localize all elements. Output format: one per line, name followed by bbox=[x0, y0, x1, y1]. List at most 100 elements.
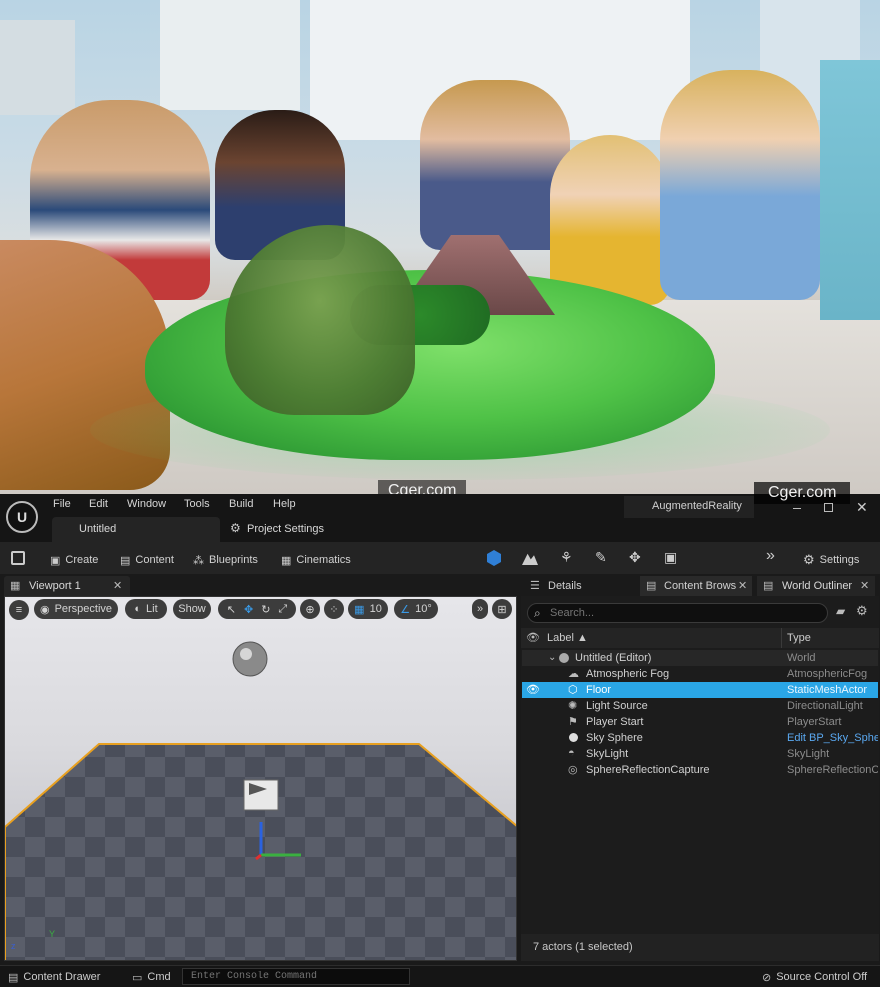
viewport-menu-icon[interactable]: ≡ bbox=[9, 600, 29, 620]
drawer-icon: ▤ bbox=[8, 971, 19, 984]
outliner-row[interactable]: ◎ SphereReflectionCapture SphereReflecti… bbox=[522, 762, 878, 778]
angle-snap-button[interactable]: ∠ 10° bbox=[394, 599, 438, 619]
select-tool-icon[interactable]: ↖ bbox=[227, 603, 236, 616]
sphere-icon bbox=[569, 733, 578, 742]
perspective-button[interactable]: ◉ Perspective bbox=[34, 599, 118, 619]
content-icon: ▤ bbox=[120, 554, 131, 567]
world-outliner-tab[interactable]: ▤ World Outliner ✕ bbox=[757, 576, 875, 596]
unreal-editor: U File Edit Window Tools Build Help Augm… bbox=[0, 482, 880, 987]
maximize-icon[interactable] bbox=[824, 503, 833, 512]
source-control-button[interactable]: ⊘ Source Control Off bbox=[762, 969, 867, 985]
content-browser-tab[interactable]: ▤ Content Brows ✕ bbox=[640, 576, 752, 596]
whiteboard bbox=[160, 0, 300, 110]
outliner-row[interactable]: ☁ Atmospheric Fog AtmosphericFog bbox=[522, 666, 878, 682]
blueprints-button[interactable]: ⁂ Blueprints bbox=[193, 550, 258, 570]
edit-blueprint-link[interactable]: Edit BP_Sky_Sphere bbox=[787, 732, 878, 744]
menu-help[interactable]: Help bbox=[273, 498, 296, 510]
menu-window[interactable]: Window bbox=[127, 498, 166, 510]
lit-button[interactable]: ◐ Lit bbox=[125, 599, 167, 619]
expand-arrow-icon[interactable]: ⌄ bbox=[548, 652, 556, 663]
menu-file[interactable]: File bbox=[53, 498, 71, 510]
viewport[interactable]: z Y ≡ bbox=[4, 596, 517, 961]
settings-gear-icon: ⚙ bbox=[803, 552, 815, 567]
translate-tool-icon[interactable]: ✥ bbox=[244, 603, 253, 616]
project-name: AugmentedReality bbox=[624, 496, 754, 518]
menu-build[interactable]: Build bbox=[229, 498, 253, 510]
scale-tool-icon[interactable]: ⤢ bbox=[278, 603, 287, 616]
search-icon: ⌕ bbox=[534, 606, 541, 620]
flag-icon: ⚑ bbox=[568, 716, 578, 728]
project-settings-tab[interactable]: ⚙ Project Settings bbox=[228, 517, 358, 542]
foliage-mode-icon[interactable]: ⚘ bbox=[560, 549, 573, 566]
fracture-mode-icon[interactable]: ▣ bbox=[664, 549, 677, 566]
unreal-logo-icon[interactable]: U bbox=[6, 501, 38, 533]
cube-icon: ⬡ bbox=[568, 684, 578, 696]
viewport-tab-label: Viewport 1 bbox=[29, 580, 81, 592]
outliner-search[interactable]: ⌕ bbox=[527, 603, 828, 623]
outliner-settings-icon[interactable]: ⚙ bbox=[856, 603, 868, 619]
create-button[interactable]: ▣ Create bbox=[50, 550, 98, 570]
terminal-icon: ▭ bbox=[132, 971, 143, 984]
source-control-icon: ⊘ bbox=[762, 971, 772, 984]
close-window-icon[interactable]: ✕ bbox=[856, 499, 868, 516]
label-column-header[interactable]: Label ▲ bbox=[547, 632, 588, 644]
watermark-left: Cger.com bbox=[378, 480, 467, 494]
details-icon: ☰ bbox=[530, 580, 540, 592]
fog-icon: ☁ bbox=[568, 668, 579, 680]
watermark-right: Cger.com bbox=[754, 482, 851, 504]
details-tab[interactable]: ☰ Details bbox=[526, 576, 634, 596]
settings-button[interactable]: ⚙ Settings bbox=[803, 550, 859, 570]
viewport-tab[interactable]: ▦ Viewport 1 ✕ bbox=[4, 576, 130, 596]
add-folder-icon[interactable]: ▰ bbox=[836, 604, 845, 618]
search-input[interactable] bbox=[550, 606, 820, 620]
viewport-icon: ▦ bbox=[10, 580, 21, 592]
svg-text:z: z bbox=[11, 941, 16, 951]
create-icon: ▣ bbox=[50, 554, 61, 567]
content-browser-tab-label: Content Brows bbox=[664, 580, 737, 592]
menu-tools[interactable]: Tools bbox=[184, 498, 210, 510]
visibility-eye-icon[interactable]: 👁 bbox=[526, 683, 540, 696]
toolbar-overflow-icon[interactable]: » bbox=[766, 547, 775, 565]
content-drawer-button[interactable]: ▤ Content Drawer bbox=[8, 969, 100, 985]
cinematics-button[interactable]: ▦ Cinematics bbox=[281, 550, 351, 570]
viewport-close-icon[interactable]: ✕ bbox=[113, 579, 122, 592]
save-icon[interactable] bbox=[11, 551, 25, 565]
grid-snap-button[interactable]: ▦ 10 bbox=[348, 599, 388, 619]
outliner-close-icon[interactable]: ✕ bbox=[860, 579, 869, 592]
doc-tab-label: Untitled bbox=[79, 523, 117, 535]
skylight-icon: ◓ bbox=[568, 747, 575, 759]
gear-icon: ⚙ bbox=[230, 521, 241, 535]
minimize-icon[interactable] bbox=[793, 508, 801, 509]
outliner-row[interactable]: ✺ Light Source DirectionalLight bbox=[522, 698, 878, 714]
doc-tab-untitled[interactable]: Untitled bbox=[52, 517, 220, 542]
content-browser-close-icon[interactable]: ✕ bbox=[738, 579, 747, 592]
content-button[interactable]: ▤ Content bbox=[120, 550, 174, 570]
layout-icon: ⊞ bbox=[497, 603, 507, 616]
modeling-mode-icon[interactable]: ✥ bbox=[629, 549, 641, 566]
type-column-header[interactable]: Type bbox=[787, 632, 811, 644]
outliner-root-row[interactable]: ⌄ Untitled (Editor) World bbox=[522, 650, 878, 666]
viewport-overflow-button[interactable]: » bbox=[472, 599, 488, 619]
console-input[interactable] bbox=[182, 968, 410, 985]
lit-icon: ◐ bbox=[134, 603, 142, 615]
visibility-column-icon[interactable]: 👁 bbox=[526, 631, 540, 644]
child-3 bbox=[420, 80, 570, 250]
menu-edit[interactable]: Edit bbox=[89, 498, 108, 510]
rotate-tool-icon[interactable]: ↻ bbox=[261, 603, 270, 616]
chevron-right-icon: » bbox=[476, 603, 484, 615]
angle-icon: ∠ bbox=[400, 603, 411, 616]
show-button[interactable]: Show bbox=[173, 599, 211, 619]
outliner-row-selected[interactable]: 👁 ⬡ Floor StaticMeshActor bbox=[522, 682, 878, 698]
paint-mode-icon[interactable]: ✎ bbox=[595, 549, 607, 566]
cmd-button[interactable]: ▭ Cmd bbox=[132, 969, 171, 985]
child-4 bbox=[550, 135, 670, 305]
outliner-row[interactable]: ⚑ Player Start PlayerStart bbox=[522, 714, 878, 730]
outliner-row[interactable]: Sky Sphere Edit BP_Sky_Sphere bbox=[522, 730, 878, 746]
outliner-row[interactable]: ◓ SkyLight SkyLight bbox=[522, 746, 878, 762]
world-space-toggle[interactable]: ⊕ bbox=[300, 599, 320, 619]
child-far-right bbox=[820, 60, 880, 320]
viewport-layout-button[interactable]: ⊞ bbox=[492, 599, 512, 619]
surface-snap-toggle[interactable]: ⁘ bbox=[324, 599, 344, 619]
column-divider[interactable] bbox=[781, 628, 782, 648]
grid-icon: ▦ bbox=[354, 603, 365, 616]
